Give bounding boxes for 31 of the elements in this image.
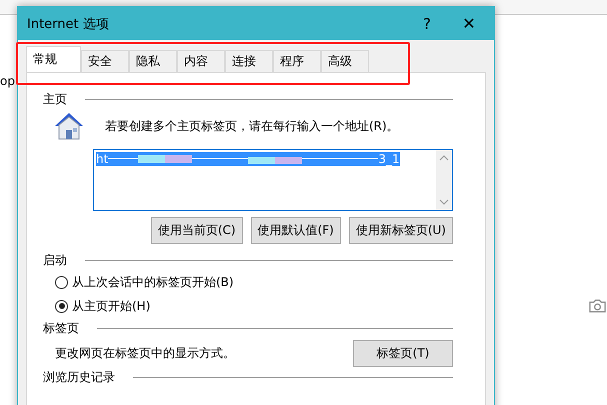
- hint-text: 若要创建多个主页标签页，请在每行输入一个地址(R)。: [105, 118, 399, 134]
- tab[interactable]: 程序: [273, 50, 321, 72]
- home-button[interactable]: 使用默认值(F): [250, 217, 341, 244]
- tab[interactable]: 常规: [26, 46, 81, 72]
- selected-text: ht 3_1: [96, 152, 400, 166]
- home-button[interactable]: 使用当前页(C): [150, 217, 243, 244]
- tab[interactable]: 隐私: [129, 50, 177, 72]
- window-title: Internet 选项: [27, 16, 110, 32]
- radio-button[interactable]: [55, 276, 68, 288]
- section-heading: 启动: [43, 252, 67, 268]
- home-button[interactable]: 使用新标签页(U): [348, 217, 453, 244]
- tab[interactable]: 连接: [225, 50, 273, 72]
- radio-label: 从上次会话中的标签页开始(B): [72, 274, 234, 290]
- section-heading: 主页: [43, 90, 67, 108]
- scroll-down-icon[interactable]: [439, 199, 449, 205]
- section-heading: 浏览历史记录: [43, 368, 115, 386]
- background-text: op: [0, 74, 15, 88]
- scrollbar[interactable]: [436, 150, 452, 210]
- section-heading: 标签页: [43, 320, 79, 336]
- description-text: 更改网页在标签页中的显示方式。: [55, 345, 235, 362]
- radio-button[interactable]: [55, 300, 68, 312]
- tab[interactable]: 高级: [321, 50, 369, 72]
- camera-icon: [588, 298, 607, 314]
- close-button[interactable]: ✕: [448, 7, 490, 40]
- scroll-up-icon[interactable]: [439, 155, 449, 161]
- tab[interactable]: 安全: [81, 50, 129, 72]
- house-icon: [53, 111, 85, 141]
- tabs-button[interactable]: 标签页(T): [353, 340, 453, 367]
- help-button[interactable]: ?: [406, 7, 448, 40]
- radio-label: 从主页开始(H): [72, 298, 150, 314]
- tab[interactable]: 内容: [177, 50, 225, 72]
